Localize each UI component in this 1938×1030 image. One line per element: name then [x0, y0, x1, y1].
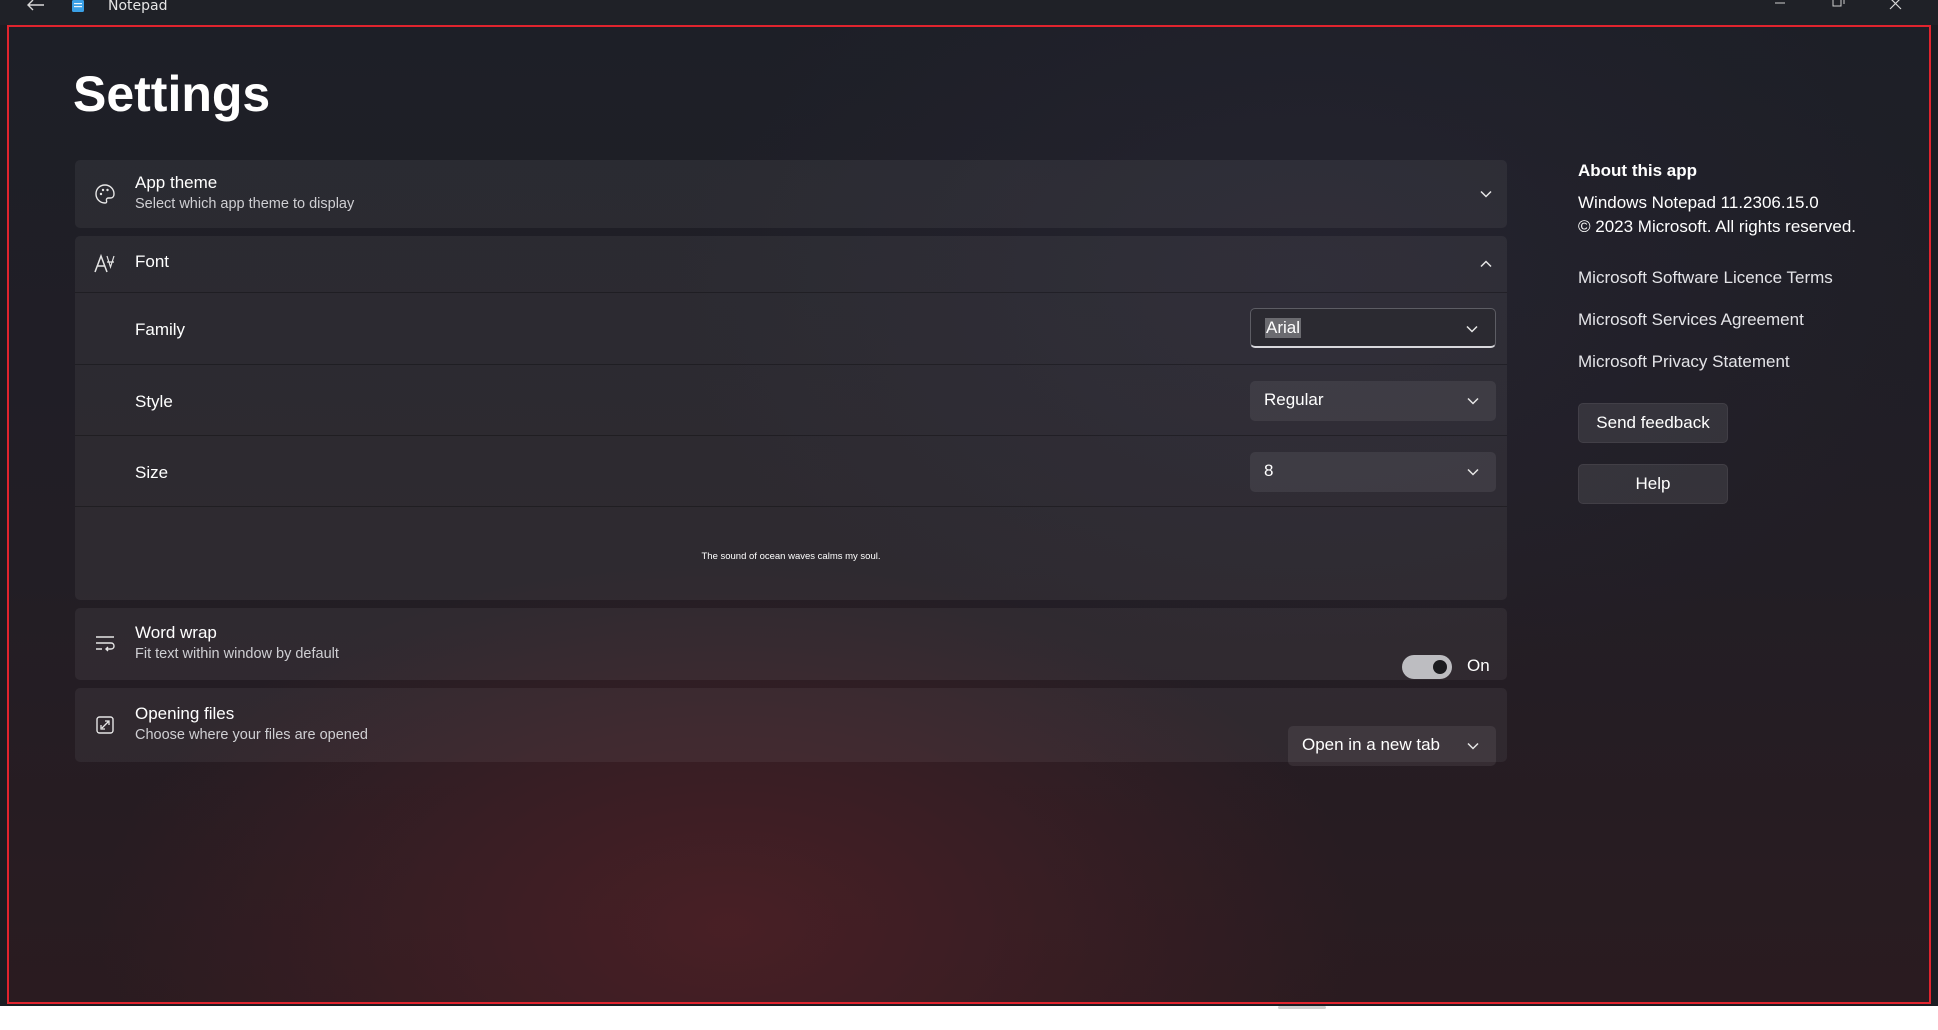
- license-terms-link[interactable]: Microsoft Software Licence Terms: [1578, 268, 1833, 288]
- font-family-label: Family: [135, 320, 186, 339]
- restore-icon[interactable]: [1818, 0, 1858, 16]
- word-wrap-card: Word wrap Fit text within window by defa…: [75, 608, 1507, 680]
- font-size-label: Size: [135, 463, 169, 482]
- privacy-statement-link[interactable]: Microsoft Privacy Statement: [1578, 352, 1790, 372]
- font-preview-text: The sound of ocean waves calms my soul.: [701, 551, 881, 562]
- taskbar-edge: [0, 1006, 1938, 1030]
- app-theme-title: App theme: [135, 173, 218, 192]
- font-style-label: Style: [135, 392, 173, 411]
- app-theme-card[interactable]: App theme Select which app theme to disp…: [75, 160, 1507, 228]
- notepad-app-icon: [72, 0, 84, 12]
- font-family-dropdown[interactable]: Arial: [1250, 308, 1496, 348]
- about-heading: About this app: [1578, 161, 1697, 180]
- font-size-dropdown[interactable]: 8: [1250, 452, 1496, 492]
- font-family-value: Arial: [1265, 318, 1302, 338]
- send-feedback-button[interactable]: Send feedback: [1578, 403, 1728, 443]
- word-wrap-title: Word wrap: [135, 623, 217, 642]
- app-version: Windows Notepad 11.2306.15.0: [1578, 193, 1819, 212]
- help-button[interactable]: Help: [1578, 464, 1728, 504]
- opening-files-value: Open in a new tab: [1302, 735, 1440, 754]
- font-size-value: 8: [1264, 461, 1274, 480]
- copyright: © 2023 Microsoft. All rights reserved.: [1578, 217, 1857, 236]
- chevron-down-icon: [1467, 742, 1479, 750]
- title-bar: Notepad: [0, 0, 1938, 25]
- chevron-down-icon: [1467, 397, 1479, 405]
- word-wrap-icon: [96, 636, 115, 652]
- opening-files-dropdown[interactable]: Open in a new tab: [1288, 726, 1496, 766]
- chevron-down-icon[interactable]: [1479, 187, 1493, 201]
- chevron-down-icon: [1467, 468, 1479, 476]
- window-title: Notepad: [108, 0, 168, 14]
- settings-window: Settings App theme Select which app them…: [7, 25, 1931, 1004]
- chevron-up-icon[interactable]: [1479, 257, 1493, 271]
- divider: [75, 506, 1507, 507]
- back-arrow-icon[interactable]: [24, 0, 46, 14]
- opening-files-subtitle: Choose where your files are opened: [135, 727, 368, 743]
- font-style-dropdown[interactable]: Regular: [1250, 381, 1496, 421]
- font-title: Font: [135, 252, 170, 271]
- font-icon: [94, 253, 115, 273]
- open-file-icon: [96, 716, 114, 734]
- divider: [75, 292, 1507, 293]
- resize-handle[interactable]: [1278, 1006, 1326, 1009]
- divider: [75, 364, 1507, 365]
- page-title: Settings: [73, 66, 271, 122]
- word-wrap-state-label: On: [1467, 656, 1490, 675]
- opening-files-title: Opening files: [135, 704, 235, 723]
- word-wrap-subtitle: Fit text within window by default: [135, 646, 339, 662]
- word-wrap-toggle[interactable]: [1402, 655, 1452, 679]
- toggle-knob: [1433, 660, 1447, 674]
- palette-icon: [95, 184, 115, 204]
- app-theme-subtitle: Select which app theme to display: [135, 196, 355, 212]
- chevron-down-icon: [1466, 325, 1478, 333]
- services-agreement-link[interactable]: Microsoft Services Agreement: [1578, 310, 1804, 330]
- font-style-value: Regular: [1264, 390, 1324, 409]
- divider: [75, 435, 1507, 436]
- minimize-icon[interactable]: [1760, 0, 1800, 16]
- close-icon[interactable]: [1876, 0, 1916, 16]
